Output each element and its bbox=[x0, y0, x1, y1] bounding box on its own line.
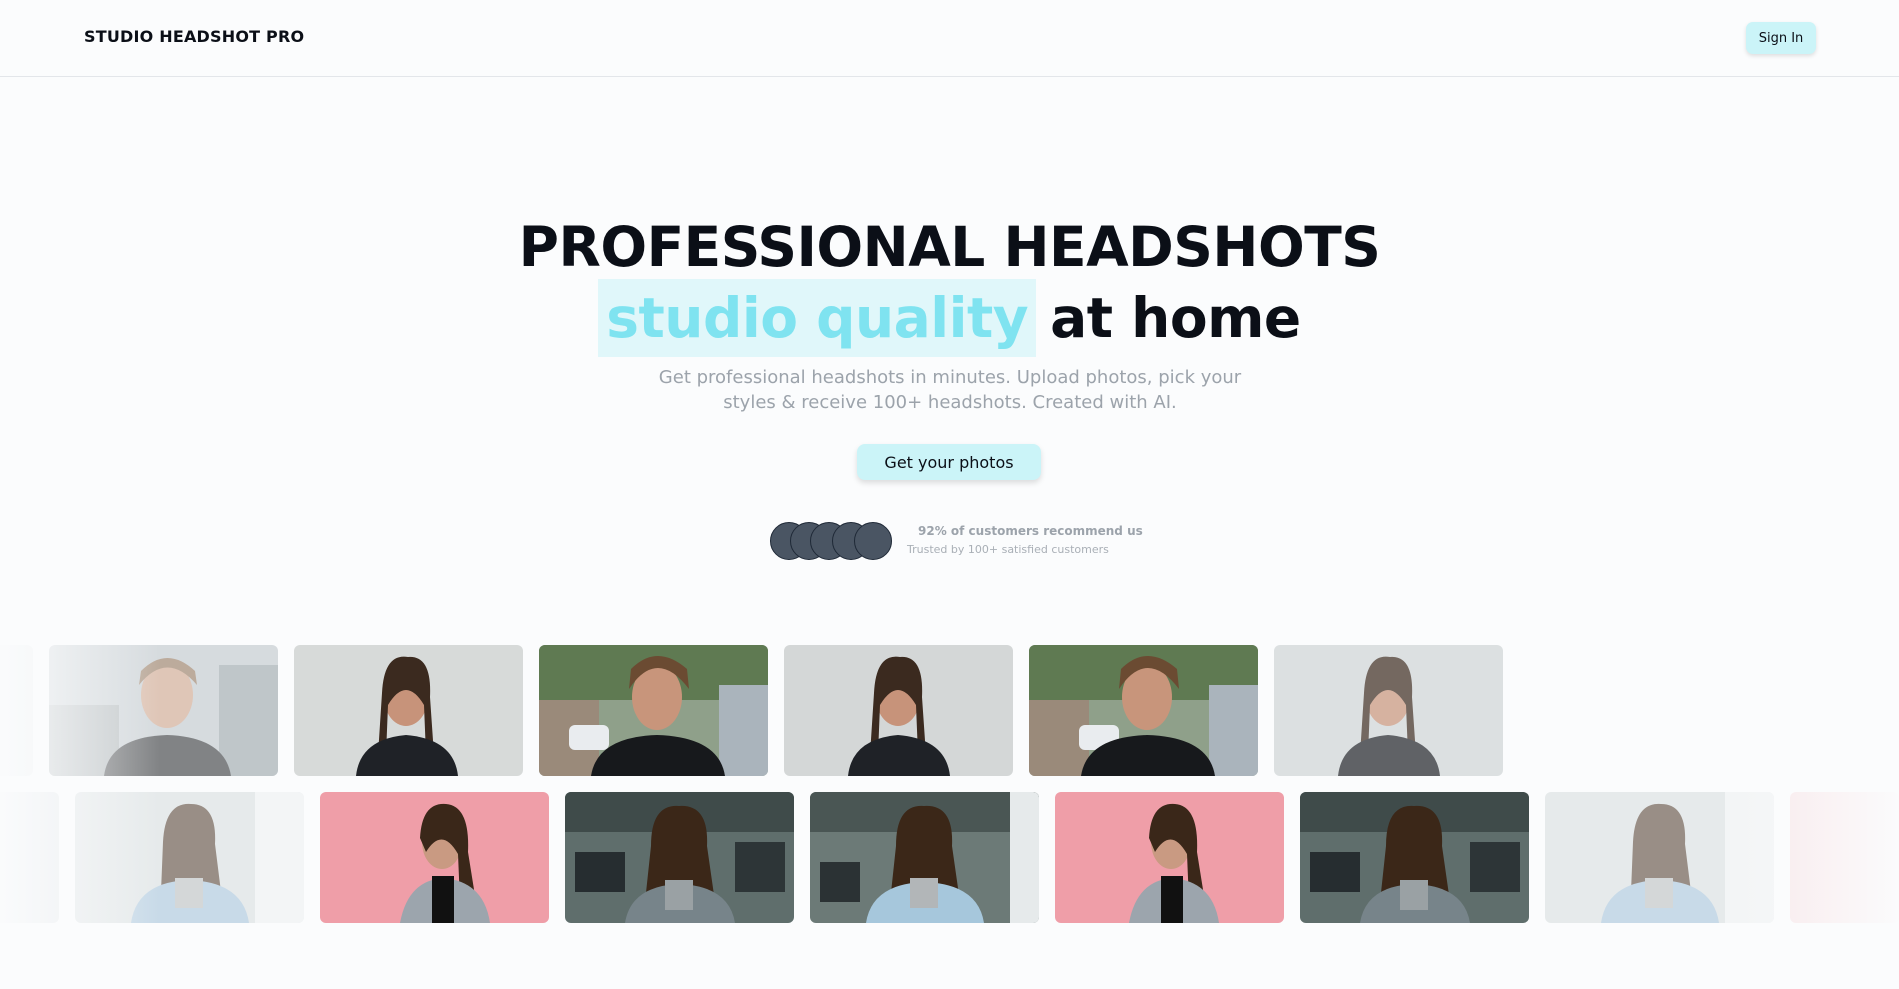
hero-title-rest: at home bbox=[1050, 286, 1301, 350]
hero-highlight: studio quality bbox=[598, 279, 1037, 357]
avatar bbox=[854, 522, 892, 560]
headshot-image bbox=[784, 645, 1013, 776]
headshot-image bbox=[810, 792, 1039, 923]
headshot-gallery-row-1 bbox=[0, 645, 1899, 777]
headshot-image bbox=[1029, 645, 1258, 776]
gallery-fade-left bbox=[0, 560, 160, 989]
headshot-image bbox=[1300, 792, 1529, 923]
gallery-fade-right bbox=[1740, 560, 1899, 989]
headshot-image bbox=[565, 792, 794, 923]
customer-avatars bbox=[770, 522, 896, 560]
hero-title: PROFESSIONAL HEADSHOTS bbox=[518, 215, 1381, 279]
trusted-text: Trusted by 100+ satisfied customers bbox=[907, 543, 1109, 556]
headshot-image bbox=[539, 645, 768, 776]
headshot-image bbox=[1055, 792, 1284, 923]
hero-subtitle: Get professional headshots in minutes. U… bbox=[650, 365, 1250, 415]
headshot-gallery-row-2 bbox=[0, 792, 1899, 924]
headshot-image bbox=[1274, 645, 1503, 776]
hero-subtitle-line1: Get professional headshots in minutes. U… bbox=[658, 367, 1242, 388]
get-photos-button[interactable]: Get your photos bbox=[857, 444, 1041, 480]
recommend-stat: 92% of customers recommend us bbox=[918, 524, 1143, 538]
hero-subtitle-line2: styles & receive 100+ headshots. Created… bbox=[723, 392, 1177, 413]
headshot-image bbox=[294, 645, 523, 776]
sign-in-button[interactable]: Sign In bbox=[1746, 22, 1816, 54]
site-header: STUDIO HEADSHOT PRO Sign In bbox=[0, 0, 1899, 77]
hero-tagline: studio quality at home bbox=[0, 278, 1899, 358]
brand-logo[interactable]: STUDIO HEADSHOT PRO bbox=[84, 27, 304, 46]
headshot-image bbox=[320, 792, 549, 923]
